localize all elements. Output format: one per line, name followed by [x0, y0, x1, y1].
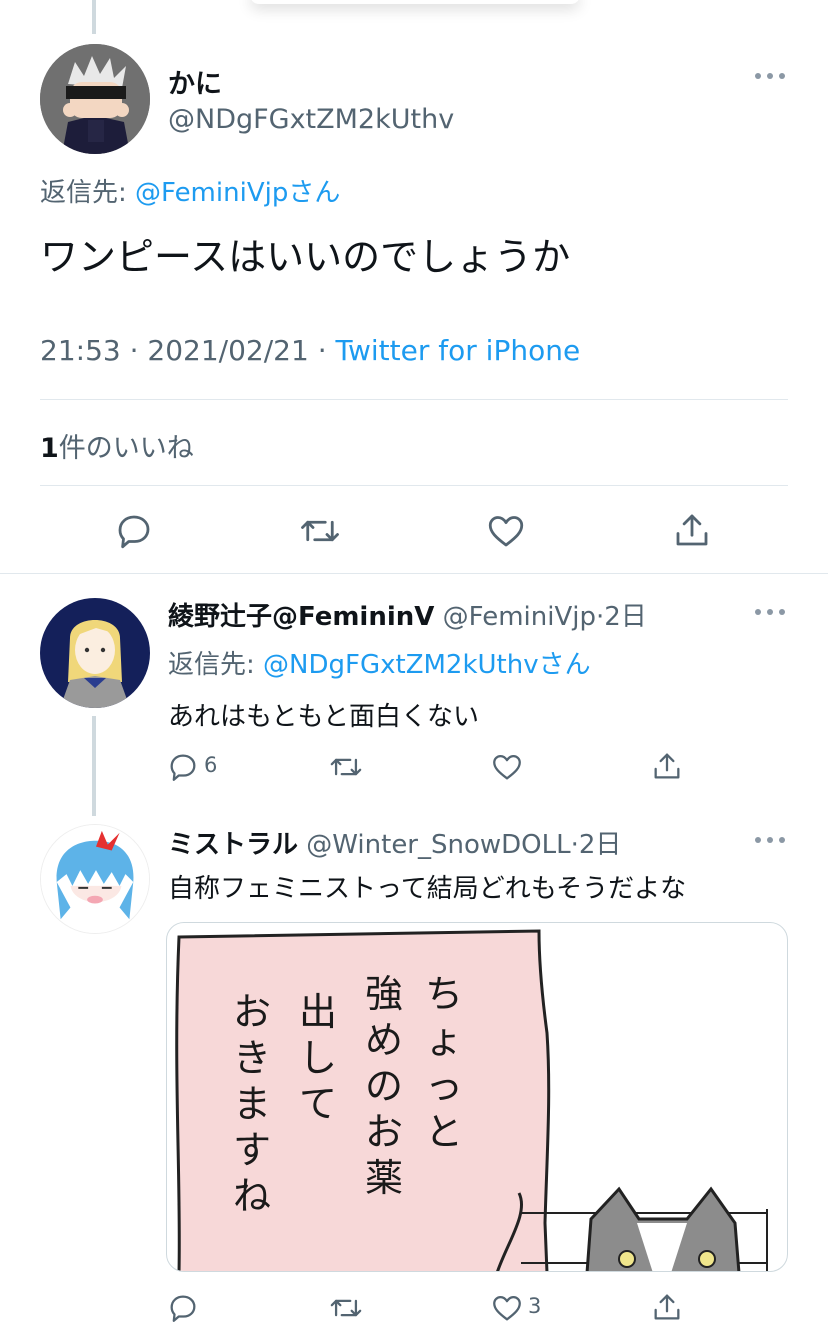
top-overlay — [250, 0, 580, 4]
tweet-text: あれはもともと面白くない — [168, 702, 479, 732]
divider — [0, 573, 828, 574]
thread-line — [92, 716, 96, 816]
likes-label: 件のいいね — [58, 433, 194, 464]
like-count: 3 — [528, 1294, 542, 1318]
retweet-icon[interactable] — [328, 1291, 364, 1325]
reply-to-line: 返信先: @NDgFGxtZM2kUthvさん — [168, 644, 591, 681]
tweet-text: 自称フェミニストって結局どれもそうだよな — [168, 874, 687, 904]
tweet-age[interactable]: 2日 — [604, 602, 647, 632]
display-name[interactable]: 綾野辻子@FemininV — [168, 602, 434, 632]
reply-icon[interactable] — [113, 510, 155, 552]
divider — [40, 399, 788, 400]
image-text-col4: おきますね — [233, 990, 272, 1218]
reply1-header: 綾野辻子@FemininV @FeminiVjp·2日 — [168, 596, 647, 633]
avatar-mistral[interactable] — [40, 824, 150, 934]
divider — [40, 485, 788, 486]
handle[interactable]: @NDgFGxtZM2kUthv — [168, 104, 454, 135]
like-icon[interactable] — [490, 750, 524, 784]
tweet-meta: 21:53 · 2021/02/21 · Twitter for iPhone — [40, 334, 580, 367]
likes-summary[interactable]: 1件のいいね — [40, 426, 194, 465]
handle[interactable]: @FeminiVjp — [443, 602, 596, 632]
image-text-col1: ちょっと — [425, 972, 464, 1154]
reply-prefix: 返信先: — [40, 178, 127, 208]
reply-icon[interactable] — [166, 1291, 200, 1325]
thread-line-top — [92, 0, 96, 34]
image-text-col2: 強めのお薬 — [365, 972, 404, 1200]
avatar-ayano[interactable] — [40, 598, 150, 708]
reply2-header: ミストラル @Winter_SnowDOLL·2日 — [168, 824, 621, 861]
meta-separator: · — [129, 334, 139, 367]
share-icon[interactable] — [650, 1289, 684, 1325]
reply-to-line: 返信先: @FeminiVjpさん — [40, 172, 340, 209]
reply-icon[interactable] — [166, 750, 200, 784]
more-icon[interactable] — [752, 64, 788, 88]
avatar-kani[interactable] — [40, 44, 150, 154]
handle[interactable]: @Winter_SnowDOLL — [306, 830, 570, 860]
image-text-col3: 出して — [299, 990, 338, 1126]
reply-count: 6 — [204, 753, 218, 777]
likes-count: 1 — [40, 433, 59, 464]
reply-prefix: 返信先: — [168, 650, 255, 680]
tweet-age[interactable]: 2日 — [579, 830, 622, 860]
more-icon[interactable] — [752, 600, 788, 624]
tweet-text: ワンピースはいいのでしょうか — [40, 235, 571, 279]
share-icon[interactable] — [671, 508, 713, 552]
more-icon[interactable] — [752, 828, 788, 852]
reply-to-link[interactable]: @FeminiVjpさん — [135, 178, 340, 208]
display-name[interactable]: ミストラル — [168, 830, 298, 860]
tweet-time: 21:53 — [40, 334, 121, 367]
like-icon[interactable] — [485, 510, 527, 552]
retweet-icon[interactable] — [328, 750, 364, 784]
display-name[interactable]: かに — [168, 62, 222, 101]
retweet-icon[interactable] — [298, 510, 342, 552]
header-separator: · — [570, 830, 579, 860]
tweet-media[interactable]: ちょっと 強めのお薬 出して おきますね — [166, 922, 788, 1272]
like-icon[interactable] — [490, 1291, 524, 1325]
share-icon[interactable] — [650, 748, 684, 784]
meta-separator: · — [317, 334, 327, 367]
header-separator: · — [595, 602, 605, 632]
reply-to-link[interactable]: @NDgFGxtZM2kUthvさん — [263, 650, 591, 680]
tweet-source[interactable]: Twitter for iPhone — [336, 334, 581, 367]
tweet-date: 2021/02/21 — [147, 334, 309, 367]
